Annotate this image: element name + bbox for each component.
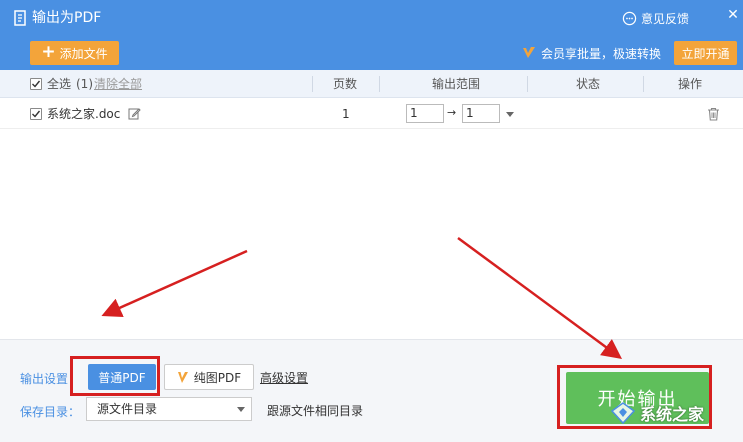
column-divider: [379, 76, 380, 92]
save-dir-value: 源文件目录: [97, 402, 158, 416]
dropdown-arrow-icon[interactable]: [506, 112, 514, 117]
vip-icon: [523, 47, 535, 58]
select-all-checkbox[interactable]: [30, 78, 42, 90]
close-icon[interactable]: ✕: [726, 6, 740, 24]
range-to-input[interactable]: 1: [462, 104, 500, 123]
annotation-arrow-left: [101, 249, 248, 318]
image-pdf-label: 纯图PDF: [193, 370, 242, 385]
feedback-icon: [622, 11, 637, 25]
column-divider: [312, 76, 313, 92]
add-file-label: 添加文件: [59, 46, 108, 61]
window-title: 输出为PDF: [32, 10, 102, 26]
start-output-button[interactable]: 开始输出: [566, 372, 709, 424]
column-header-pages: 页数: [333, 77, 358, 91]
column-header-range: 输出范围: [432, 77, 481, 91]
vip-small-icon: [177, 371, 188, 383]
row-checkbox[interactable]: [30, 108, 42, 120]
row-pages: 1: [342, 107, 350, 121]
feedback-label: 意见反馈: [641, 11, 690, 26]
same-dir-option[interactable]: 跟源文件相同目录: [267, 402, 363, 419]
row-filename: 系统之家.doc: [47, 107, 121, 121]
clear-all-link[interactable]: 清除全部: [94, 70, 142, 98]
checkbox-icon: [32, 110, 41, 118]
add-file-button[interactable]: + 添加文件: [30, 41, 119, 65]
pdf-title-icon: [14, 10, 26, 26]
select-all-label: 全选: [47, 77, 72, 91]
table-row: 系统之家.doc 1 1 → 1: [0, 99, 743, 129]
image-pdf-button[interactable]: 纯图PDF: [164, 364, 254, 390]
plus-icon: +: [41, 41, 56, 62]
feedback-link[interactable]: 意见反馈: [622, 8, 689, 28]
vip-promo-text: 会员享批量，极速转换: [541, 46, 662, 61]
save-dir-select[interactable]: 源文件目录: [86, 397, 252, 421]
range-arrow: →: [447, 106, 457, 119]
select-all-count: (1): [76, 77, 93, 91]
column-divider: [527, 76, 528, 92]
range-from-input[interactable]: 1: [406, 104, 444, 123]
checkbox-icon: [32, 80, 41, 88]
table-header: 全选 (1) 清除全部 页数 输出范围 状态 操作: [0, 70, 743, 98]
normal-pdf-button[interactable]: 普通PDF: [88, 364, 156, 390]
edit-icon[interactable]: [128, 107, 141, 120]
trash-icon[interactable]: [707, 107, 720, 121]
open-now-button[interactable]: 立即开通: [674, 41, 737, 65]
advanced-settings-link[interactable]: 高级设置: [260, 369, 308, 386]
chevron-down-icon: [237, 407, 245, 412]
column-divider: [643, 76, 644, 92]
vip-promo: 会员享批量，极速转换: [522, 43, 661, 63]
column-header-action: 操作: [678, 77, 703, 91]
output-settings-label: 输出设置：: [20, 372, 81, 386]
save-dir-label: 保存目录：: [20, 405, 81, 419]
column-header-status: 状态: [576, 77, 601, 91]
